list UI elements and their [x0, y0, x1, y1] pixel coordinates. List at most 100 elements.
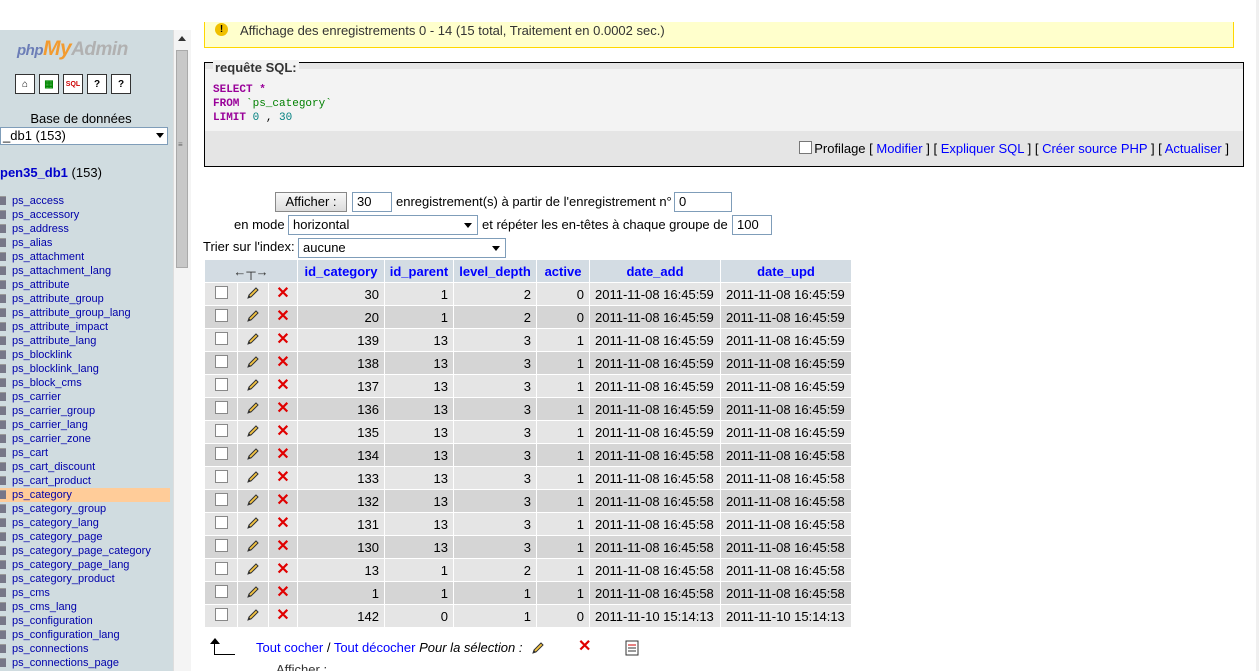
cell-active[interactable]: 1 — [537, 444, 589, 466]
table-name[interactable]: ps_category — [12, 489, 72, 501]
cell-id-category[interactable]: 135 — [298, 421, 384, 443]
cell-level-depth[interactable]: 3 — [454, 513, 536, 535]
cell-active[interactable]: 1 — [537, 375, 589, 397]
cell-id-parent[interactable]: 1 — [385, 283, 453, 305]
table-icon[interactable] — [0, 322, 6, 331]
delete-icon[interactable]: ✕ — [276, 354, 289, 371]
cell-date-add[interactable]: 2011-11-08 16:45:59 — [590, 398, 720, 420]
pencil-icon[interactable] — [245, 562, 261, 580]
sql-icon[interactable]: SQL — [63, 74, 83, 94]
row-checkbox[interactable] — [214, 355, 228, 368]
table-list-item[interactable]: ps_configuration_lang — [0, 628, 170, 642]
cell-id-parent[interactable]: 13 — [385, 467, 453, 489]
table-list-item[interactable]: ps_attachment — [0, 250, 170, 264]
table-name[interactable]: ps_cart — [12, 447, 48, 459]
table-list-item[interactable]: ps_category_group — [0, 502, 170, 516]
table-icon[interactable] — [0, 476, 6, 485]
cell-id-parent[interactable]: 13 — [385, 329, 453, 351]
cell-level-depth[interactable]: 3 — [454, 444, 536, 466]
delete-icon[interactable]: ✕ — [276, 515, 289, 532]
table-name[interactable]: ps_access — [12, 195, 64, 207]
pencil-icon[interactable] — [530, 640, 546, 659]
row-checkbox[interactable] — [214, 608, 228, 621]
cell-active[interactable]: 1 — [537, 467, 589, 489]
table-list-item[interactable]: ps_cms_lang — [0, 600, 170, 614]
cell-date-add[interactable]: 2011-11-08 16:45:59 — [590, 306, 720, 328]
nav-scrollbar[interactable]: ≡ — [173, 30, 191, 671]
table-list-item[interactable]: ps_access — [0, 194, 170, 208]
table-list-item[interactable]: ps_blocklink_lang — [0, 362, 170, 376]
pencil-icon[interactable] — [245, 493, 261, 511]
table-list-item[interactable]: ps_configuration — [0, 614, 170, 628]
cell-active[interactable]: 1 — [537, 329, 589, 351]
table-list-item[interactable]: ps_cart_product — [0, 474, 170, 488]
cell-level-depth[interactable]: 3 — [454, 398, 536, 420]
table-name[interactable]: ps_configuration_lang — [12, 629, 120, 641]
pencil-icon[interactable] — [245, 401, 261, 419]
table-name[interactable]: ps_attachment — [12, 251, 84, 263]
cell-level-depth[interactable]: 3 — [454, 490, 536, 512]
table-icon[interactable] — [0, 280, 6, 289]
pencil-icon[interactable] — [245, 470, 261, 488]
delete-icon[interactable]: ✕ — [276, 538, 289, 555]
phpmyadmin-logo[interactable]: phpMyAdmin — [17, 37, 128, 61]
table-icon[interactable] — [0, 644, 6, 653]
cell-id-category[interactable]: 137 — [298, 375, 384, 397]
cell-date-upd[interactable]: 2011-11-08 16:45:58 — [721, 559, 851, 581]
row-checkbox[interactable] — [214, 401, 228, 414]
database-name-link[interactable]: pen35_db1 — [0, 165, 68, 180]
table-name[interactable]: ps_alias — [12, 237, 52, 249]
cell-date-add[interactable]: 2011-11-08 16:45:58 — [590, 513, 720, 535]
delete-icon[interactable]: ✕ — [276, 400, 289, 417]
cell-date-add[interactable]: 2011-11-08 16:45:59 — [590, 283, 720, 305]
table-icon[interactable] — [0, 546, 6, 555]
table-name[interactable]: ps_cart_discount — [12, 461, 95, 473]
table-icon[interactable] — [0, 588, 6, 597]
table-name[interactable]: ps_connections_page — [12, 657, 119, 669]
cell-id-category[interactable]: 130 — [298, 536, 384, 558]
table-name[interactable]: ps_attachment_lang — [12, 265, 111, 277]
cell-date-add[interactable]: 2011-11-08 16:45:58 — [590, 536, 720, 558]
pencil-icon[interactable] — [245, 332, 261, 350]
table-name[interactable]: ps_category_lang — [12, 517, 99, 529]
row-checkbox[interactable] — [214, 424, 228, 437]
pencil-icon[interactable] — [245, 585, 261, 603]
arrows-icon[interactable]: ←┬→ — [233, 264, 268, 279]
cell-date-upd[interactable]: 2011-11-08 16:45:59 — [721, 352, 851, 374]
row-checkbox[interactable] — [214, 332, 228, 345]
column-header[interactable]: active — [537, 260, 589, 282]
table-list-item[interactable]: ps_block_cms — [0, 376, 170, 390]
cell-id-parent[interactable]: 0 — [385, 605, 453, 627]
cell-active[interactable]: 1 — [537, 490, 589, 512]
delete-icon[interactable]: ✕ — [276, 607, 289, 624]
cell-id-parent[interactable]: 13 — [385, 536, 453, 558]
cell-date-upd[interactable]: 2011-11-08 16:45:58 — [721, 513, 851, 535]
table-icon[interactable] — [0, 532, 6, 541]
table-icon[interactable] — [0, 602, 6, 611]
cell-level-depth[interactable]: 3 — [454, 536, 536, 558]
cell-active[interactable]: 0 — [537, 605, 589, 627]
table-name[interactable]: ps_category_page_category — [12, 545, 151, 557]
cell-id-category[interactable]: 139 — [298, 329, 384, 351]
cell-id-category[interactable]: 133 — [298, 467, 384, 489]
create-php-link[interactable]: Créer source PHP — [1042, 141, 1147, 156]
delete-icon[interactable]: ✕ — [276, 285, 289, 302]
cell-date-upd[interactable]: 2011-11-08 16:45:58 — [721, 536, 851, 558]
column-header[interactable]: level_depth — [454, 260, 536, 282]
cell-active[interactable]: 1 — [537, 536, 589, 558]
column-header[interactable]: id_category — [298, 260, 384, 282]
delete-icon[interactable]: ✕ — [276, 377, 289, 394]
cell-id-parent[interactable]: 13 — [385, 421, 453, 443]
table-icon[interactable] — [0, 504, 6, 513]
table-list-item[interactable]: ps_carrier_zone — [0, 432, 170, 446]
database-name[interactable]: pen35_db1 (153) — [0, 165, 102, 180]
table-icon[interactable] — [0, 392, 6, 401]
cell-id-parent[interactable]: 13 — [385, 375, 453, 397]
row-checkbox[interactable] — [214, 516, 228, 529]
row-checkbox[interactable] — [214, 539, 228, 552]
cell-active[interactable]: 1 — [537, 559, 589, 581]
table-icon[interactable] — [0, 420, 6, 429]
database-select[interactable]: _db1 (153) — [0, 127, 168, 145]
table-icon[interactable] — [0, 658, 6, 667]
table-icon[interactable] — [0, 196, 6, 205]
